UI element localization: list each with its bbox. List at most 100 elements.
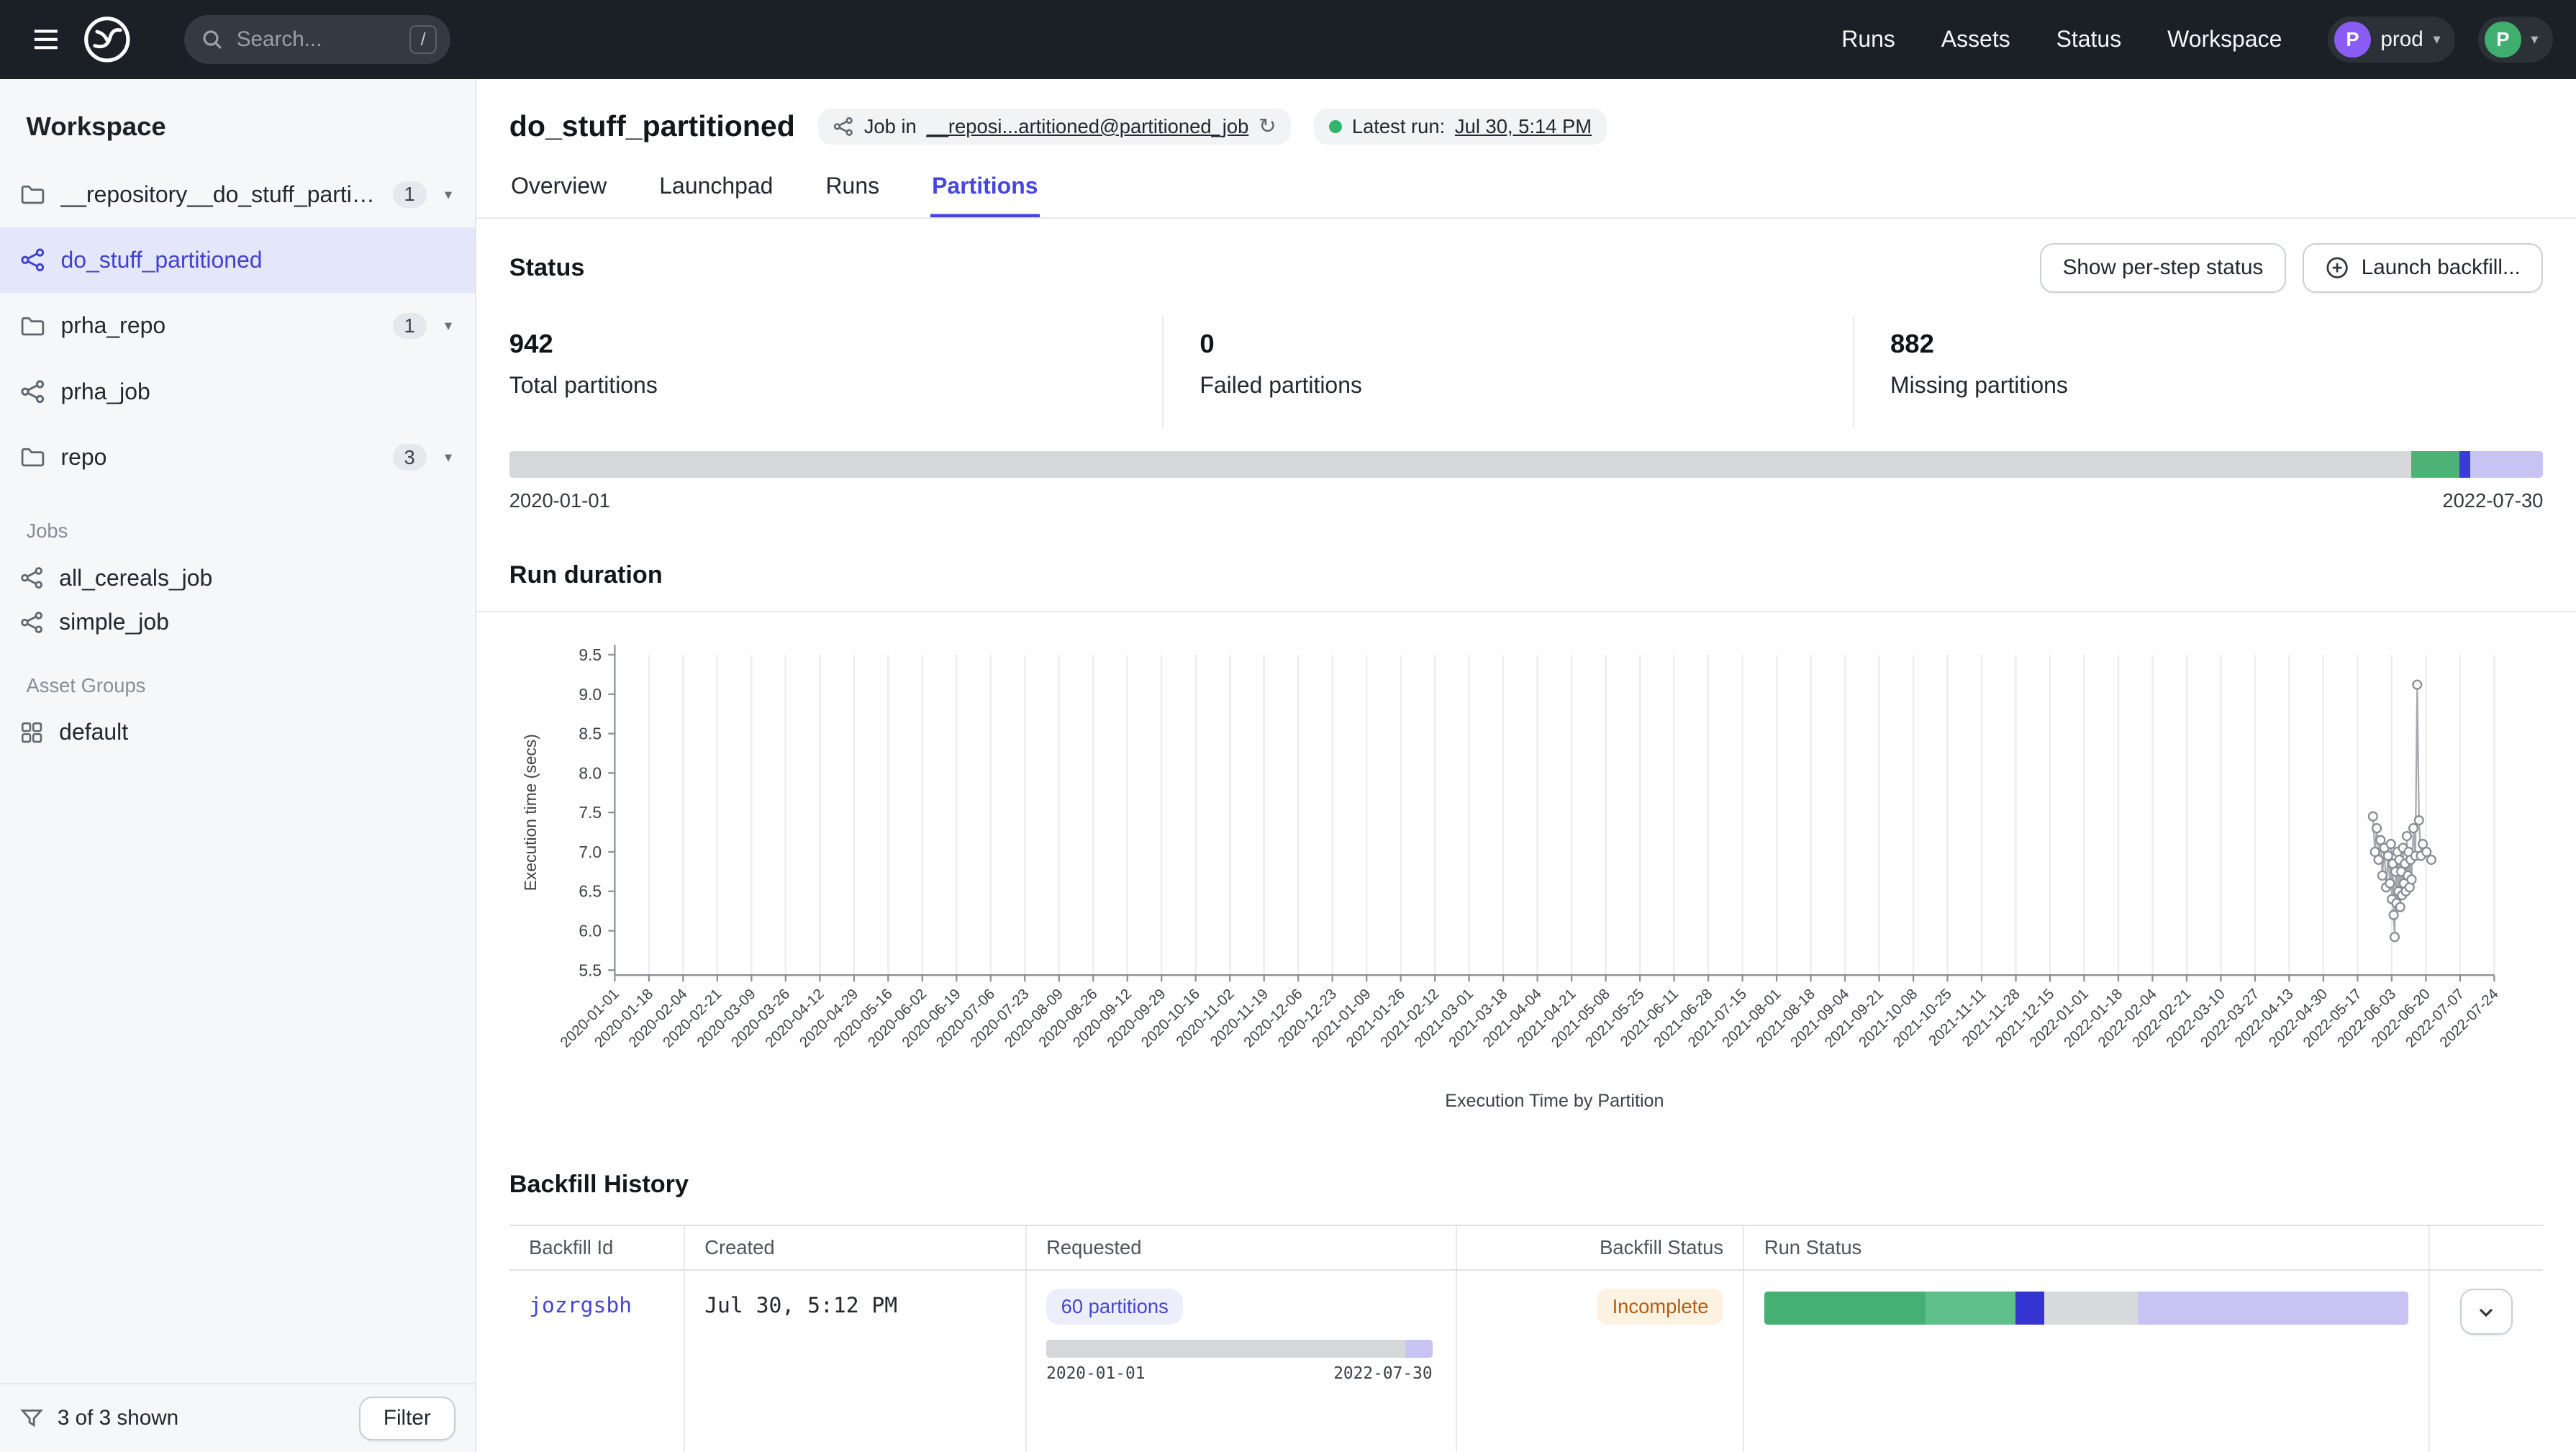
bar-segment — [1764, 1292, 1926, 1325]
stat-value: 942 — [509, 329, 1162, 359]
run-status-bar[interactable] — [1764, 1292, 2408, 1325]
jobs-section-label: Jobs — [0, 490, 475, 555]
row-expand-button[interactable] — [2460, 1289, 2513, 1335]
main-content: do_stuff_partitioned Job in __reposi...a… — [476, 79, 2576, 1452]
sidebar-item-default-asset-group[interactable]: default — [0, 710, 475, 755]
show-per-step-status-button[interactable]: Show per-step status — [2040, 243, 2286, 292]
requested-partitions-chip[interactable]: 60 partitions — [1046, 1289, 1183, 1325]
job-origin-link[interactable]: __reposi...artitioned@partitioned_job — [926, 115, 1248, 138]
sidebar-item-prha-repo[interactable]: prha_repo 1 ▾ — [0, 293, 475, 358]
status-title: Status — [509, 254, 585, 282]
bar-segment — [1046, 1340, 1405, 1358]
reload-icon[interactable]: ↻ — [1258, 116, 1276, 137]
bar-segment — [2044, 1292, 2138, 1325]
deployment-avatar: P — [2334, 22, 2370, 58]
stat-missing-partitions: 882 Missing partitions — [1853, 316, 2544, 429]
partition-status-bar[interactable] — [509, 451, 2544, 478]
user-avatar: P — [2485, 22, 2521, 58]
stat-label: Failed partitions — [1199, 372, 1852, 399]
svg-text:9.0: 9.0 — [579, 685, 602, 704]
run-duration-chart: 9.59.08.58.07.57.06.56.05.52020-01-01202… — [476, 612, 2576, 1131]
page-title: do_stuff_partitioned — [509, 109, 795, 143]
tab-overview[interactable]: Overview — [509, 158, 609, 217]
job-label: prha_job — [60, 378, 455, 405]
range-start: 2020-01-01 — [1046, 1364, 1145, 1383]
asset-group-label: default — [59, 719, 128, 745]
backfill-id-link[interactable]: jozrgsbh — [529, 1292, 632, 1317]
run-success-dot — [1329, 120, 1342, 133]
launch-backfill-label: Launch backfill... — [2362, 255, 2521, 280]
nav-status[interactable]: Status — [2056, 26, 2122, 53]
chevron-down-icon[interactable]: ▾ — [441, 314, 455, 338]
filter-funnel-icon — [19, 1406, 44, 1430]
tab-runs[interactable]: Runs — [824, 158, 881, 217]
bar-segment — [2459, 451, 2470, 478]
asset-group-grid-icon — [19, 720, 44, 745]
latest-run-label: Latest run: — [1352, 115, 1445, 138]
svg-text:7.5: 7.5 — [579, 803, 602, 822]
job-label: all_cereals_job — [59, 565, 212, 591]
bar-segment — [1926, 1292, 2015, 1325]
plus-circle-icon — [2325, 255, 2349, 280]
job-tabs: Overview Launchpad Runs Partitions — [476, 151, 2576, 219]
tab-partitions[interactable]: Partitions — [930, 158, 1040, 217]
sidebar-item-repo[interactable]: repo 3 ▾ — [0, 425, 475, 490]
sidebar-item-simple-job[interactable]: simple_job — [0, 600, 475, 645]
nav-assets[interactable]: Assets — [1941, 26, 2010, 53]
backfill-table-header: Backfill Id Created Requested Backfill S… — [509, 1226, 2544, 1270]
bar-segment — [2470, 451, 2544, 478]
dagster-logo-icon — [79, 12, 135, 68]
sidebar-item-repository-do-stuff-partitioned[interactable]: __repository__do_stuff_partitio... 1 ▾ — [0, 162, 475, 227]
sidebar-item-all-cereals-job[interactable]: all_cereals_job — [0, 556, 475, 601]
search-input[interactable] — [237, 27, 394, 52]
dagster-logo[interactable] — [79, 12, 135, 68]
filter-button[interactable]: Filter — [359, 1397, 455, 1440]
dagster-app: / Runs Assets Status Workspace P prod ▾ … — [0, 0, 2576, 1452]
workspace-sidebar: Workspace __repository__do_stuff_partiti… — [0, 79, 476, 1452]
backfill-table-row: jozrgsbh Jul 30, 5:12 PM 60 partitions 2… — [509, 1271, 2544, 1452]
svg-text:6.5: 6.5 — [579, 882, 602, 901]
backfill-history-title: Backfill History — [509, 1171, 2544, 1199]
range-end: 2022-07-30 — [1333, 1364, 1432, 1383]
search-icon — [200, 27, 225, 52]
stat-label: Missing partitions — [1890, 372, 2543, 399]
repo-label: repo — [60, 444, 378, 471]
requested-range: 2020-01-01 2022-07-30 — [1046, 1364, 1433, 1383]
menu-toggle-button[interactable] — [23, 17, 69, 63]
chevron-down-icon[interactable]: ▾ — [441, 445, 455, 469]
job-origin-tag: Job in __reposi...artitioned@partitioned… — [818, 109, 1292, 145]
backfill-history-header: Backfill History — [476, 1131, 2576, 1225]
requested-progress-bar — [1046, 1340, 1433, 1358]
search-shortcut-key: / — [409, 25, 437, 55]
launch-backfill-button[interactable]: Launch backfill... — [2303, 243, 2544, 292]
repo-label: __repository__do_stuff_partitio... — [60, 181, 378, 208]
user-menu[interactable]: P ▾ — [2478, 17, 2553, 63]
latest-run-link[interactable]: Jul 30, 5:14 PM — [1455, 115, 1592, 138]
search-box[interactable]: / — [184, 15, 450, 64]
svg-text:6.0: 6.0 — [579, 922, 602, 940]
stat-label: Total partitions — [509, 372, 1162, 399]
chevron-down-icon — [2475, 1300, 2498, 1323]
count-badge: 1 — [393, 181, 427, 208]
deployment-switcher[interactable]: P prod ▾ — [2328, 17, 2455, 63]
col-run-status: Run Status — [1743, 1226, 2428, 1269]
backfill-table: Backfill Id Created Requested Backfill S… — [509, 1225, 2544, 1452]
bar-segment — [1405, 1340, 1433, 1358]
svg-text:Execution time (secs): Execution time (secs) — [520, 734, 539, 891]
latest-run-tag: Latest run: Jul 30, 5:14 PM — [1314, 109, 1606, 145]
sidebar-item-do-stuff-partitioned[interactable]: do_stuff_partitioned — [0, 227, 475, 293]
bar-segment — [2015, 1292, 2044, 1325]
sidebar-item-prha-job[interactable]: prha_job — [0, 359, 475, 425]
nav-runs[interactable]: Runs — [1841, 26, 1895, 53]
col-requested: Requested — [1025, 1226, 1456, 1269]
page-header: do_stuff_partitioned Job in __reposi...a… — [476, 79, 2576, 151]
tab-launchpad[interactable]: Launchpad — [658, 158, 775, 217]
col-actions — [2428, 1226, 2544, 1269]
nav-workspace[interactable]: Workspace — [2167, 26, 2282, 53]
job-icon — [19, 610, 44, 635]
job-label: do_stuff_partitioned — [60, 247, 455, 273]
job-icon — [19, 378, 46, 405]
shown-count: 3 of 3 shown — [58, 1406, 178, 1430]
chevron-down-icon[interactable]: ▾ — [441, 182, 455, 207]
hamburger-icon — [30, 23, 63, 56]
